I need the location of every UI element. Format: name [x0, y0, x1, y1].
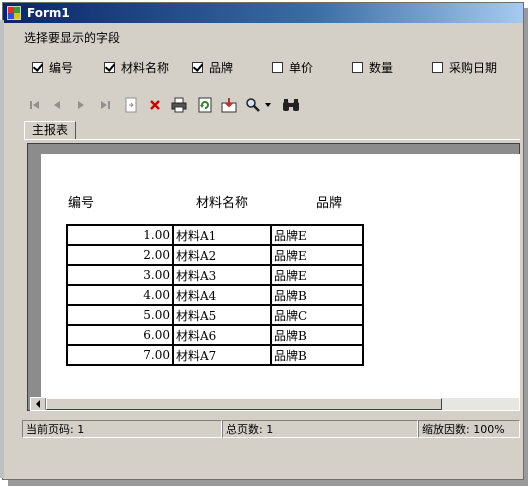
column-header-brand: 品牌	[316, 196, 343, 211]
app-icon	[7, 6, 21, 20]
find-icon[interactable]	[282, 95, 300, 115]
cell-material-name: 材料A3	[172, 264, 272, 286]
cell-brand: 品牌E	[270, 244, 364, 266]
table-row: 4.00 材料A4 品牌B	[66, 284, 364, 306]
table-row: 5.00 材料A5 品牌C	[66, 304, 364, 326]
fields-prompt-label: 选择要显示的字段	[24, 31, 121, 45]
cell-id: 6.00	[66, 324, 174, 346]
cell-brand: 品牌C	[270, 304, 364, 326]
checkbox-label: 编号	[49, 60, 74, 75]
report-toolbar	[26, 95, 326, 115]
cell-id: 5.00	[66, 304, 174, 326]
title-bar[interactable]: Form1	[3, 3, 523, 23]
checkbox-field-unit-price[interactable]: 单价	[272, 59, 313, 75]
checkbox-field-purchase-date[interactable]: 采购日期	[432, 59, 497, 75]
checkbox-box[interactable]	[192, 61, 203, 73]
checkbox-box[interactable]	[32, 61, 43, 73]
report-table: 1.00 材料A1 品牌E 2.00 材料A2 品牌E 3.00 材料A3 品牌…	[66, 224, 364, 366]
table-row: 1.00 材料A1 品牌E	[66, 224, 364, 246]
checkbox-box[interactable]	[104, 61, 115, 73]
cell-brand: 品牌E	[270, 264, 364, 286]
status-zoom: 缩放因数: 100%	[418, 420, 520, 438]
table-row: 2.00 材料A2 品牌E	[66, 244, 364, 266]
cell-brand: 品牌B	[270, 324, 364, 346]
checkbox-box[interactable]	[352, 61, 363, 73]
zoom-icon[interactable]	[244, 95, 262, 115]
checkbox-box[interactable]	[272, 61, 283, 73]
cell-material-name: 材料A1	[172, 224, 272, 246]
horizontal-scrollbar[interactable]	[30, 397, 520, 411]
cell-brand: 品牌E	[270, 224, 364, 246]
cell-brand: 品牌B	[270, 344, 364, 366]
checkbox-field-material-name[interactable]: 材料名称	[104, 59, 169, 75]
goto-page-icon[interactable]	[122, 95, 140, 115]
checkbox-box[interactable]	[432, 61, 443, 73]
checkbox-label: 采购日期	[449, 60, 498, 75]
cell-id: 4.00	[66, 284, 174, 306]
checkbox-label: 品牌	[209, 60, 234, 75]
scrollbar-thumb[interactable]	[46, 398, 442, 410]
table-row: 3.00 材料A3 品牌E	[66, 264, 364, 286]
last-page-icon[interactable]	[96, 95, 114, 115]
cell-id: 3.00	[66, 264, 174, 286]
tab-main-report[interactable]: 主报表	[24, 121, 76, 140]
window-title: Form1	[27, 6, 70, 20]
prev-page-icon[interactable]	[48, 95, 66, 115]
left-edge	[0, 20, 4, 478]
table-row: 6.00 材料A6 品牌B	[66, 324, 364, 346]
cell-material-name: 材料A4	[172, 284, 272, 306]
scroll-left-icon[interactable]	[31, 398, 46, 410]
cell-brand: 品牌B	[270, 284, 364, 306]
status-current-page: 当前页码: 1	[22, 420, 222, 438]
checkbox-field-brand[interactable]: 品牌	[192, 59, 233, 75]
table-row: 7.00 材料A7 品牌B	[66, 344, 364, 366]
cell-material-name: 材料A7	[172, 344, 272, 366]
close-icon[interactable]	[146, 95, 164, 115]
export-icon[interactable]	[220, 95, 238, 115]
column-header-material-name: 材料名称	[196, 196, 249, 211]
cell-id: 7.00	[66, 344, 174, 366]
checkbox-label: 数量	[369, 60, 394, 75]
cell-id: 1.00	[66, 224, 174, 246]
cell-material-name: 材料A2	[172, 244, 272, 266]
refresh-icon[interactable]	[196, 95, 214, 115]
first-page-icon[interactable]	[26, 95, 44, 115]
checkbox-label: 材料名称	[121, 60, 170, 75]
dropdown-arrow-icon[interactable]	[262, 95, 274, 115]
status-total-pages: 总页数: 1	[222, 420, 418, 438]
next-page-icon[interactable]	[72, 95, 90, 115]
cell-id: 2.00	[66, 244, 174, 266]
checkbox-field-id[interactable]: 编号	[32, 59, 73, 75]
status-bar: 当前页码: 1 总页数: 1 缩放因数: 100%	[22, 420, 520, 438]
cell-material-name: 材料A6	[172, 324, 272, 346]
checkbox-field-quantity[interactable]: 数量	[352, 59, 393, 75]
print-icon[interactable]	[170, 95, 188, 115]
column-header-id: 编号	[68, 196, 95, 211]
cell-material-name: 材料A5	[172, 304, 272, 326]
checkbox-label: 单价	[289, 60, 314, 75]
